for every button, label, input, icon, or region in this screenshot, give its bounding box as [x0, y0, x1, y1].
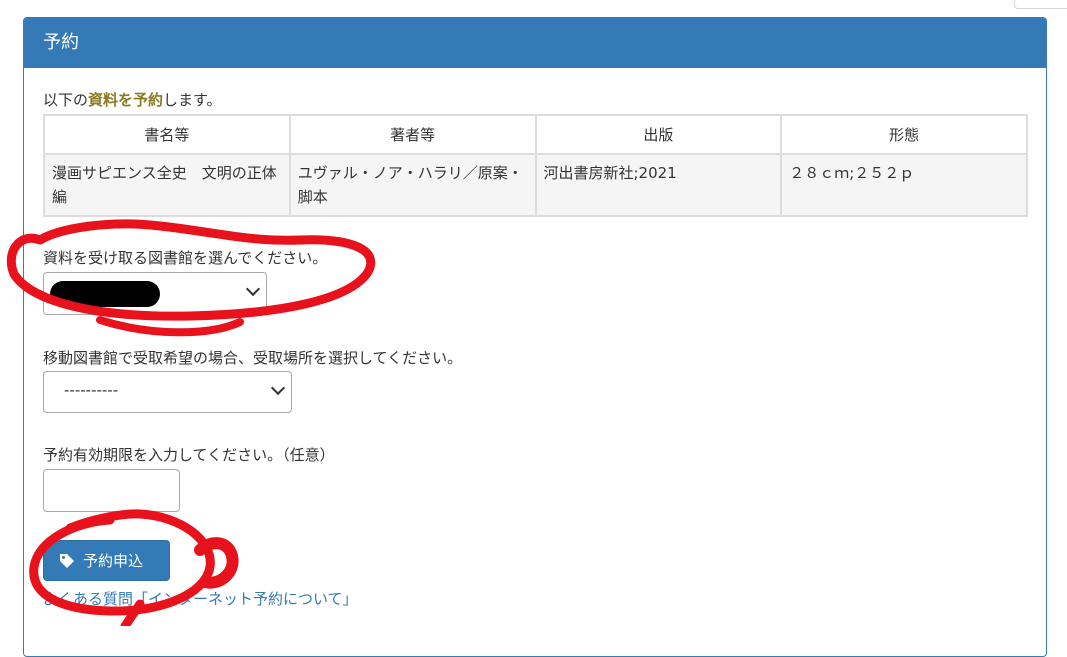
- expiry-label: 予約有効期限を入力してください。（任意）: [43, 446, 335, 464]
- intro-highlight: 資料を予約: [88, 91, 164, 109]
- chevron-down-icon: [245, 281, 261, 297]
- reserve-submit-label: 予約申込: [83, 552, 144, 570]
- library-select[interactable]: [43, 272, 267, 315]
- cell-author: ユヴァル・ノア・ハラリ／原案・脚本: [288, 153, 537, 217]
- header-publisher: 出版: [534, 114, 783, 155]
- header-format: 形態: [780, 114, 1028, 155]
- intro-text: 以下の資料を予約します。: [43, 91, 222, 109]
- header-author: 著者等: [288, 114, 537, 155]
- item-table: 書名等 著者等 出版 形態 漫画サピエンス全史 文明の正体編 ユヴァル・ノア・ハ…: [43, 114, 1028, 217]
- table-header-row: 書名等 著者等 出版 形態: [43, 114, 1028, 155]
- reserve-submit-button[interactable]: 予約申込: [43, 540, 170, 581]
- tag-icon: [59, 553, 75, 569]
- library-select-label: 資料を受け取る図書館を選んでください。: [43, 249, 328, 267]
- cell-format: ２８ｃｍ;２５２ｐ: [780, 153, 1028, 217]
- mobile-select-label: 移動図書館で受取希望の場合、受取場所を選択してください。: [43, 349, 463, 367]
- panel-title: 予約: [24, 18, 1046, 68]
- mobile-location-select[interactable]: ----------: [43, 371, 292, 413]
- faq-link[interactable]: よくある質問「インターネット予約について」: [43, 588, 358, 609]
- cell-title: 漫画サピエンス全史 文明の正体編: [43, 153, 291, 217]
- table-row: 漫画サピエンス全史 文明の正体編 ユヴァル・ノア・ハラリ／原案・脚本 河出書房新…: [43, 153, 1028, 217]
- top-tab-fragment: [1014, 0, 1067, 9]
- header-title: 書名等: [43, 114, 291, 155]
- cell-publisher: 河出書房新社;2021: [534, 153, 783, 217]
- chevron-down-icon: [270, 380, 286, 396]
- expiry-date-input[interactable]: [43, 469, 180, 512]
- redacted-value: [50, 281, 160, 307]
- reservation-panel: 予約 以下の資料を予約します。 書名等 著者等 出版 形態 漫画サピエンス全史 …: [23, 17, 1047, 657]
